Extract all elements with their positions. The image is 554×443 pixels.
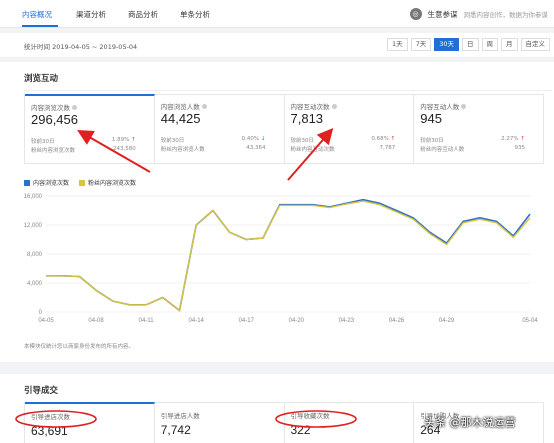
guide-transaction-panel: 引导成交 引导进店次数 63,691 引导进店人数 7,742 引导收藏次数 3…: [0, 374, 554, 443]
x-tick-label: 04-05: [38, 318, 54, 324]
business-advisor-link[interactable]: 生意参谋: [428, 9, 458, 20]
metric-card-views[interactable]: 内容浏览次数 296,456 较前30日 1.89% ↑ 粉丝内容浏览次数 24…: [25, 94, 155, 163]
active-tab-indicator: [22, 25, 58, 27]
fan-metric-value: 43,364: [246, 145, 266, 151]
range-custom-button[interactable]: 自定义: [520, 38, 550, 51]
metric-title: 内容浏览次数: [31, 102, 77, 112]
range-month-button[interactable]: 月: [501, 38, 518, 51]
x-tick-label: 04-23: [339, 318, 355, 324]
y-tick-label: 16,000: [24, 194, 43, 200]
x-tick-label: 04-29: [439, 318, 455, 324]
metric-value: 296,456: [31, 112, 78, 127]
business-advisor-hint: 洞悉内容创作，数据为你参谋: [463, 11, 549, 19]
trend-up-icon: ↑: [131, 137, 136, 143]
range-day-button[interactable]: 日: [462, 38, 479, 51]
range-1d-button[interactable]: 1天: [386, 38, 408, 51]
metric-title: 引导进店人数: [160, 412, 200, 420]
metric-card-favorites[interactable]: 引导收藏次数 322: [285, 403, 415, 443]
browse-interaction-panel: 浏览互动 内容浏览次数 296,456 较前30日 1.89% ↑ 粉丝内容浏览…: [0, 62, 554, 362]
metric-value: 44,425: [160, 111, 201, 126]
x-tick-label: 04-08: [88, 318, 104, 324]
section-title-browse: 浏览互动: [24, 74, 59, 84]
fan-metric-value: 935: [514, 145, 526, 151]
y-tick-label: 12,000: [24, 223, 43, 229]
metric-title: 内容互动人数: [420, 101, 467, 111]
fan-metric-label: 粉丝内容浏览次数: [31, 148, 76, 154]
x-tick-label: 04-17: [239, 318, 255, 324]
y-tick-label: 8,000: [27, 252, 43, 258]
x-tick-label: 04-11: [139, 318, 155, 324]
views-line-chart: 0 4,000 8,000 12,000 16,000 04-05 04-08 04-11 04…: [24, 194, 539, 324]
metric-compare-label: 较前30日: [420, 138, 444, 144]
x-tick-label: 04-20: [289, 318, 305, 324]
trend-down-icon: ↓: [260, 136, 266, 142]
metric-value: 63,691: [31, 424, 68, 438]
metric-title: 内容浏览人数: [161, 101, 207, 111]
metric-card-interact-users[interactable]: 内容互动人数 945 较前30日 2.27% ↑ 粉丝内容互动人数 935: [414, 95, 543, 163]
info-icon[interactable]: [331, 104, 337, 109]
stat-period: 统计时间 2019-04-05 ~ 2019-05-04: [24, 43, 138, 51]
metric-pct: 1.89% ↑: [111, 137, 136, 143]
metric-pct: 2.27% ↑: [501, 136, 525, 142]
x-tick-label: 04-26: [389, 318, 405, 324]
range-buttons: 1天 7天 30天 日 周 月 自定义: [384, 38, 550, 51]
metric-value: 322: [290, 423, 311, 437]
fan-metric-label: 粉丝内容浏览人数: [160, 147, 205, 153]
fan-metric-label: 粉丝内容互动次数: [290, 147, 335, 153]
x-tick-label: 05-04: [522, 318, 538, 324]
range-30d-button[interactable]: 30天: [434, 38, 459, 51]
metric-card-interactions[interactable]: 内容互动次数 7,813 较前30日 0.68% ↑ 粉丝内容互动次数 7,78…: [285, 95, 415, 163]
watermark: 头条 @那木说运营: [424, 416, 516, 429]
right-nav: ◎ 生意参谋 洞悉内容创作，数据为你参谋: [409, 6, 549, 22]
metric-value: 7,742: [160, 423, 191, 437]
module-note: 本模块仅统计您以商家身份发布的所有内容。: [24, 344, 135, 350]
trend-up-icon: ↑: [520, 136, 525, 142]
metric-card-store-visitors[interactable]: 引导进店人数 7,742: [155, 403, 285, 443]
metric-pct: 0.40% ↓: [241, 136, 266, 142]
metric-title: 内容互动次数: [291, 101, 337, 111]
y-tick-label: 4,000: [27, 281, 43, 287]
y-tick-label: 0: [39, 310, 43, 316]
info-icon[interactable]: [72, 105, 77, 110]
metric-compare-label: 较前30日: [290, 138, 315, 144]
tab-product-analysis[interactable]: 商品分析: [128, 9, 158, 20]
range-7d-button[interactable]: 7天: [410, 38, 432, 51]
metric-value: 945: [420, 111, 442, 126]
metric-value: 7,813: [290, 111, 324, 126]
trend-up-icon: ↑: [390, 136, 396, 142]
fan-metric-value: 243,580: [113, 146, 136, 152]
info-icon[interactable]: [461, 104, 467, 109]
metric-card-visitors[interactable]: 内容浏览人数 44,425 较前30日 0.40% ↓ 粉丝内容浏览人数 43,…: [155, 95, 285, 163]
fan-metric-label: 粉丝内容互动人数: [420, 147, 465, 153]
metric-card-store-visits[interactable]: 引导进店次数 63,691: [25, 402, 155, 443]
metric-pct: 0.68% ↑: [371, 136, 396, 142]
fan-metric-value: 7,787: [379, 145, 396, 151]
section-title-guide: 引导成交: [24, 386, 59, 396]
info-icon[interactable]: [201, 104, 207, 109]
date-filter-bar: 统计时间 2019-04-05 ~ 2019-05-04 1天 7天 30天 日…: [0, 33, 554, 57]
x-tick-label: 04-14: [189, 318, 205, 324]
metric-compare-label: 较前30日: [31, 139, 55, 145]
metric-title: 引导收藏次数: [290, 412, 330, 420]
series-line-2: [46, 200, 531, 312]
tab-single-analysis[interactable]: 单条分析: [180, 9, 210, 20]
metric-title: 引导进店次数: [31, 413, 70, 421]
tab-channel-analysis[interactable]: 渠道分析: [76, 9, 106, 20]
business-advisor-icon[interactable]: ◎: [409, 8, 422, 20]
tab-content-overview[interactable]: 内容概况: [22, 9, 52, 20]
metric-compare-label: 较前30日: [160, 138, 185, 144]
range-week-button[interactable]: 周: [481, 38, 498, 51]
top-nav: 内容概况 渠道分析 商品分析 单条分析 ◎ 生意参谋 洞悉内容创作，数据为你参谋: [0, 0, 554, 28]
series-line-1: [46, 198, 531, 312]
divider: [24, 90, 552, 91]
browse-metric-cards: 内容浏览次数 296,456 较前30日 1.89% ↑ 粉丝内容浏览次数 24…: [24, 94, 544, 164]
